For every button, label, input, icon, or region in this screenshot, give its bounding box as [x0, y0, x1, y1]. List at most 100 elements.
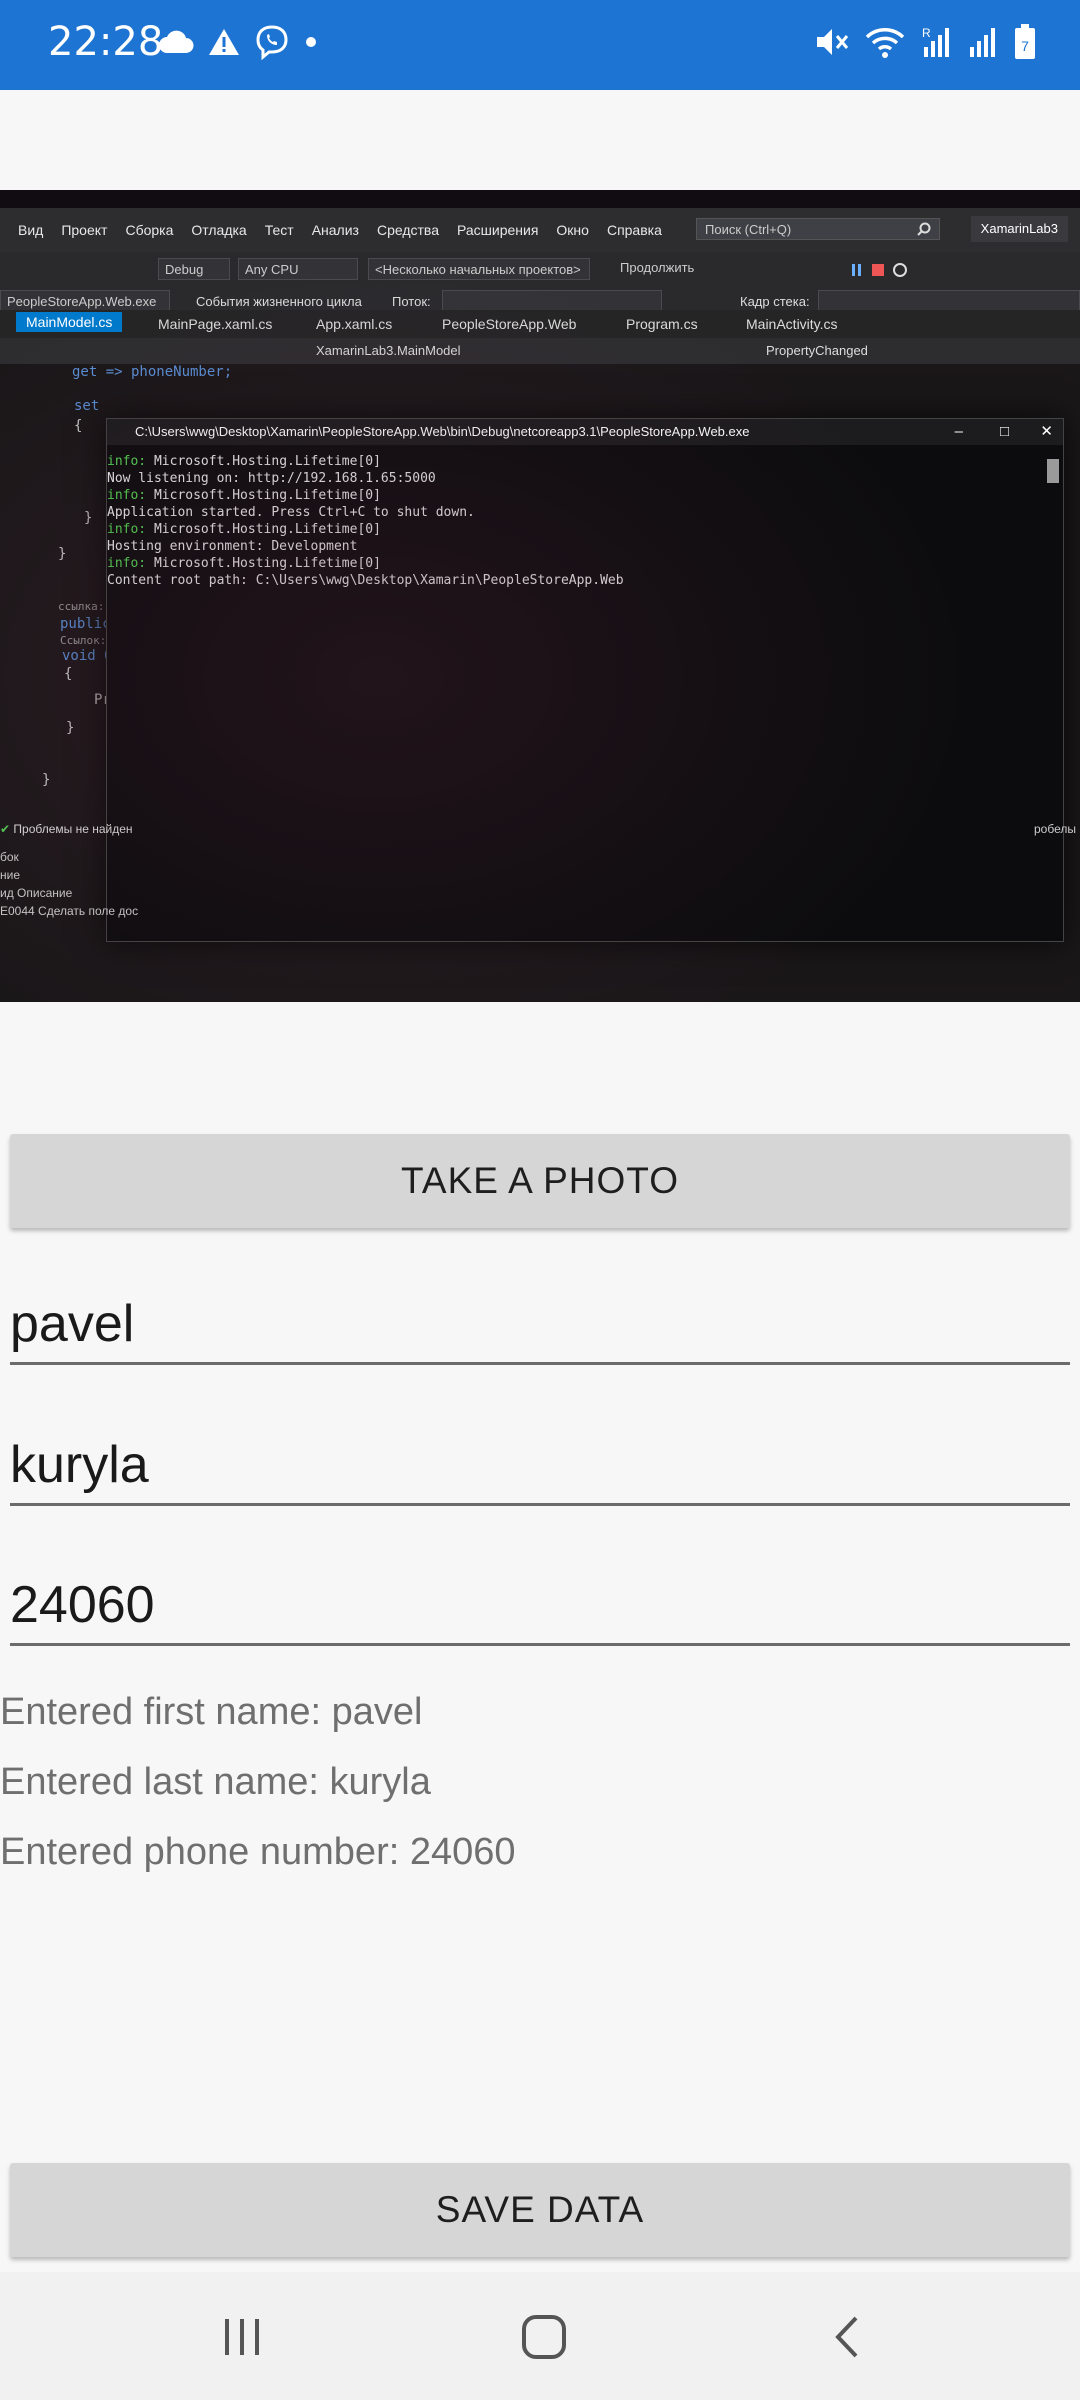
console-line: Application started. Press Ctrl+C to shu…	[107, 504, 624, 521]
vs-menu-item: Справка	[606, 222, 662, 238]
vs-continue: Продолжить	[620, 260, 695, 275]
vs-tab-0: MainModel.cs	[16, 312, 123, 332]
console-line: info: Microsoft.Hosting.Lifetime[0]	[107, 521, 624, 538]
vs-nav-class: XamarinLab3.MainModel	[316, 343, 461, 358]
vs-navbar: XamarinLab3.MainModel PropertyChanged	[0, 338, 1080, 364]
vs-errorlist-row: ние	[0, 868, 21, 882]
status-bar: 22:28 R 7	[0, 0, 1080, 90]
vs-menu-item: Анализ	[311, 222, 359, 238]
recent-apps-icon	[225, 2319, 259, 2355]
vs-menu-item: Окно	[556, 222, 589, 238]
console-line-prefix: info:	[107, 522, 147, 537]
dot-icon	[306, 37, 316, 47]
vs-menu-item: Отладка	[191, 222, 247, 238]
vs-menu-item: Вид	[18, 222, 44, 238]
vs-menu-item: Проект	[61, 222, 108, 238]
vs-tab-2: App.xaml.cs	[316, 316, 393, 332]
console-line-text: Microsoft.Hosting.Lifetime[0]	[146, 556, 381, 571]
console-line: info: Microsoft.Hosting.Lifetime[0]	[107, 487, 624, 504]
search-icon	[917, 222, 931, 236]
vs-menu-item: Сборка	[125, 222, 174, 238]
code-line: }	[58, 546, 67, 562]
minimize-icon: –	[954, 423, 963, 440]
code-line: }	[84, 510, 93, 526]
console-line: info: Microsoft.Hosting.Lifetime[0]	[107, 555, 624, 572]
photo-preview: Вид Проект Сборка Отладка Тест Анализ Средства…	[0, 190, 1080, 1002]
vs-config: Debug	[158, 258, 230, 280]
entered-last-name-label: Entered last name: kuryla	[0, 1761, 431, 1803]
debug-controls-icon	[852, 263, 907, 277]
console-line-prefix: info:	[107, 556, 147, 571]
console-line-text: Hosting environment: Development	[107, 539, 358, 554]
vs-errorlist-row: бок	[0, 850, 19, 864]
code-line: {	[74, 418, 83, 434]
vs-status-text: Проблемы не найден	[13, 822, 133, 836]
status-time: 22:28	[48, 19, 164, 65]
console-line-text: Microsoft.Hosting.Lifetime[0]	[146, 522, 381, 537]
console-line-prefix: info:	[107, 454, 147, 469]
viber-icon	[256, 25, 288, 60]
vs-menu-item: Расширения	[456, 222, 539, 238]
code-line: {	[64, 666, 73, 682]
close-icon: ✕	[1040, 423, 1053, 440]
vs-errorlist: бок ние ид Описание E0044 Сделать поле дос	[0, 850, 150, 922]
code-line: set	[74, 398, 100, 414]
save-data-button[interactable]: SAVE DATA	[10, 2163, 1070, 2257]
battery-icon: 7	[1015, 24, 1035, 59]
vs-errorlist-row: E0044 Сделать поле дос	[0, 904, 139, 918]
console-title: C:\Users\wwg\Desktop\Xamarin\PeopleStore…	[107, 419, 1063, 445]
vs-frame-select	[818, 290, 1080, 312]
home-button[interactable]	[504, 2302, 584, 2372]
vs-errorlist-row: ид Описание	[0, 886, 73, 900]
console-line-text: Microsoft.Hosting.Lifetime[0]	[146, 488, 381, 503]
console-output: info: Microsoft.Hosting.Lifetime[0] Now …	[107, 453, 624, 589]
warning-icon	[209, 29, 239, 55]
code-line: get => phoneNumber;	[72, 364, 233, 380]
status-right-icons: R 7	[814, 18, 1036, 66]
vs-tab-5: MainActivity.cs	[746, 316, 838, 332]
console-window: C:\Users\wwg\Desktop\Xamarin\PeopleStore…	[106, 418, 1064, 942]
vs-menu-item: Тест	[264, 222, 294, 238]
status-left-icons	[158, 18, 318, 66]
vs-platform: Any CPU	[238, 258, 358, 280]
mute-icon	[817, 29, 849, 55]
signal-r-icon: R	[922, 26, 949, 57]
back-icon	[835, 2316, 858, 2358]
vs-frame: Кадр стека:	[740, 294, 810, 309]
vs-thread-select	[442, 290, 662, 312]
vs-project-badge: XamarinLab3	[970, 216, 1068, 242]
console-line-prefix: info:	[107, 488, 147, 503]
vs-thread: Поток:	[392, 294, 431, 309]
code-line: }	[66, 720, 75, 736]
back-button[interactable]	[806, 2302, 886, 2372]
vs-menubar: Вид Проект Сборка Отладка Тест Анализ Средства…	[0, 208, 1080, 252]
entered-first-name-label: Entered first name: pavel	[0, 1691, 423, 1733]
vs-nav-member: PropertyChanged	[766, 343, 868, 358]
signal-icon	[970, 28, 995, 57]
vs-tab-1: MainPage.xaml.cs	[158, 316, 273, 332]
console-line-text: Content root path: C:\Users\wwg\Desktop\…	[107, 573, 624, 588]
vs-startup: <Несколько начальных проектов>	[368, 258, 590, 280]
console-scrollbar	[1047, 459, 1059, 483]
svg-text:R: R	[922, 26, 931, 40]
console-line: Hosting environment: Development	[107, 538, 624, 555]
vs-search-placeholder: Поиск (Ctrl+Q)	[705, 222, 792, 237]
entered-phone-label: Entered phone number: 24060	[0, 1831, 516, 1873]
console-line-text: Microsoft.Hosting.Lifetime[0]	[146, 454, 381, 469]
vs-tabs: MainModel.cs MainPage.xaml.cs App.xaml.c…	[0, 310, 1080, 338]
take-photo-button[interactable]: TAKE A PHOTO	[10, 1134, 1070, 1228]
console-line-text: Application started. Press Ctrl+C to shu…	[107, 505, 475, 520]
vs-process: PeopleStoreApp.Web.exe	[0, 290, 170, 312]
phone-number-field[interactable]	[10, 1566, 1070, 1646]
console-line: Now listening on: http://192.168.1.65:50…	[107, 470, 624, 487]
vs-statusbar: ✔ Проблемы не найден	[0, 822, 133, 836]
vs-tab-4: Program.cs	[626, 316, 698, 332]
console-line: info: Microsoft.Hosting.Lifetime[0]	[107, 453, 624, 470]
last-name-field[interactable]	[10, 1426, 1070, 1506]
navigation-bar	[0, 2272, 1080, 2400]
recent-apps-button[interactable]	[202, 2302, 282, 2372]
vs-menu: Вид Проект Сборка Отладка Тест Анализ Средства…	[18, 222, 662, 238]
vs-tab-3: PeopleStoreApp.Web	[442, 316, 577, 332]
first-name-field[interactable]	[10, 1285, 1070, 1365]
vs-right-status: робелы	[1034, 822, 1076, 836]
